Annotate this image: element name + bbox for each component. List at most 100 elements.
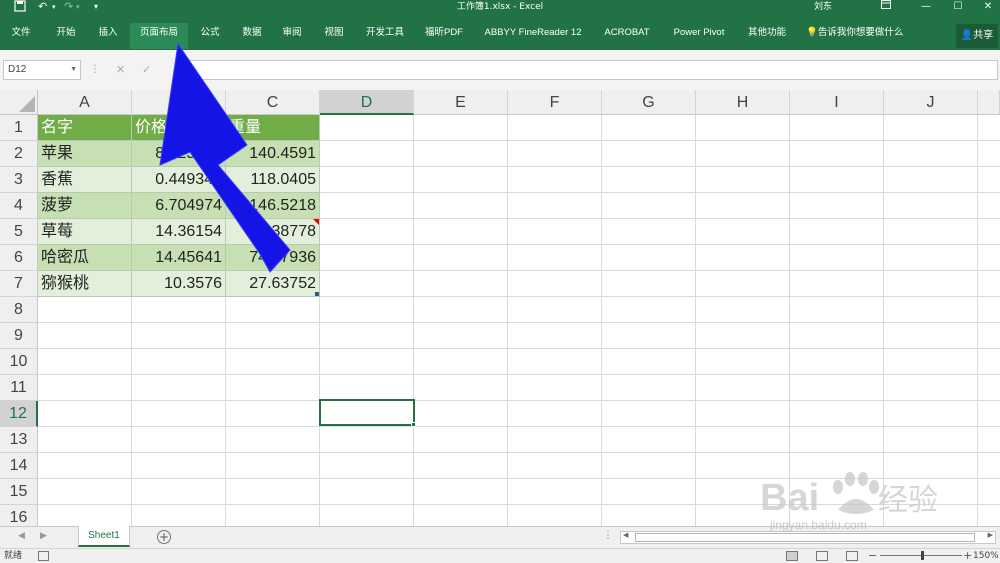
sheet-next-icon[interactable]: ▶ — [40, 531, 47, 541]
zoom-slider[interactable] — [880, 551, 962, 560]
row-header-1[interactable]: 1 — [0, 115, 38, 141]
row-header-10[interactable]: 10 — [0, 349, 38, 375]
scroll-left-icon[interactable]: ◀ — [623, 531, 628, 539]
row-header-6[interactable]: 6 — [0, 245, 38, 271]
select-all-button[interactable] — [0, 90, 38, 115]
enter-icon[interactable]: ✓ — [142, 63, 151, 76]
cancel-icon[interactable]: ✕ — [116, 63, 125, 76]
normal-view-icon[interactable] — [786, 551, 798, 561]
close-icon[interactable]: ✕ — [978, 0, 998, 14]
formula-input[interactable] — [183, 60, 998, 80]
row-header-7[interactable]: 7 — [0, 271, 38, 297]
tell-me-search[interactable]: 💡告诉我你想要做什么 — [806, 23, 910, 49]
tab-file[interactable]: 文件 — [6, 23, 36, 49]
page-break-view-icon[interactable] — [846, 551, 858, 561]
row-header-4[interactable]: 4 — [0, 193, 38, 219]
table-cell[interactable]: 8.025042 — [132, 141, 226, 167]
column-header-b[interactable]: B — [132, 90, 226, 115]
formula-bar-grip-icon[interactable]: ⋮ — [90, 64, 100, 75]
table-cell[interactable]: 10.3576 — [132, 271, 226, 297]
scroll-right-icon[interactable]: ▶ — [988, 531, 993, 539]
tab-insert[interactable]: 插入 — [92, 23, 124, 49]
share-button[interactable]: 👤共享 — [956, 24, 998, 48]
row-header-15[interactable]: 15 — [0, 479, 38, 505]
column-header-f[interactable]: F — [508, 90, 602, 115]
fill-handle[interactable] — [411, 422, 416, 427]
column-header-i[interactable]: I — [790, 90, 884, 115]
table-cell[interactable]: 27.63752 — [226, 271, 320, 297]
column-header-g[interactable]: G — [602, 90, 696, 115]
tab-power-pivot[interactable]: Power Pivot — [668, 23, 730, 49]
name-box[interactable]: D12 ▼ — [3, 60, 81, 80]
status-ready: 就绪 — [4, 551, 23, 561]
column-header-d[interactable]: D — [320, 90, 414, 115]
window-title: 工作簿1.xlsx - Excel — [456, 2, 544, 12]
tab-home[interactable]: 开始 — [50, 23, 82, 49]
table-cell[interactable]: 146.5218 — [226, 193, 320, 219]
maximize-icon[interactable]: ☐ — [948, 0, 968, 14]
selected-cell[interactable] — [319, 399, 415, 426]
tab-foxit-pdf[interactable]: 福昕PDF — [420, 23, 468, 49]
sheet-tab-sheet1[interactable]: Sheet1 — [78, 526, 130, 547]
row-header-16[interactable]: 16 — [0, 505, 38, 526]
ribbon-display-icon[interactable] — [876, 0, 896, 14]
table-cell[interactable]: 猕猴桃 — [38, 271, 132, 297]
add-sheet-icon[interactable]: + — [157, 530, 171, 544]
row-header-5[interactable]: 5 — [0, 219, 38, 245]
row-header-3[interactable]: 3 — [0, 167, 38, 193]
table-cell[interactable]: 74.37936 — [226, 245, 320, 271]
tab-data[interactable]: 数据 — [236, 23, 268, 49]
column-header-k[interactable] — [978, 90, 1000, 115]
comment-indicator-icon[interactable] — [313, 219, 319, 225]
row-header-9[interactable]: 9 — [0, 323, 38, 349]
tab-acrobat[interactable]: ACROBAT — [600, 23, 654, 49]
column-header-c[interactable]: C — [226, 90, 320, 115]
table-header-cell[interactable]: 价格 — [132, 115, 226, 141]
row-header-13[interactable]: 13 — [0, 427, 38, 453]
tab-abbyy[interactable]: ABBYY FineReader 12 — [480, 23, 586, 49]
tab-page-layout[interactable]: 页面布局 — [130, 23, 188, 49]
table-cell[interactable]: 14.36154 — [132, 219, 226, 245]
table-cell[interactable]: 140.4591 — [226, 141, 320, 167]
row-header-12[interactable]: 12 — [0, 401, 38, 427]
row-header-2[interactable]: 2 — [0, 141, 38, 167]
zoom-slider-thumb[interactable] — [921, 551, 924, 560]
table-resize-handle[interactable] — [315, 292, 319, 296]
table-cell[interactable]: 14.45641 — [132, 245, 226, 271]
worksheet-grid[interactable]: A B C D E F G H I J 1 2 3 4 5 6 7 8 9 10… — [0, 90, 1000, 526]
tab-split-handle-icon[interactable]: ⋮ — [603, 530, 613, 541]
page-layout-view-icon[interactable] — [816, 551, 828, 561]
column-header-a[interactable]: A — [38, 90, 132, 115]
zoom-in-icon[interactable]: + — [963, 549, 972, 562]
row-header-11[interactable]: 11 — [0, 375, 38, 401]
tab-view[interactable]: 视图 — [318, 23, 350, 49]
zoom-out-icon[interactable]: − — [868, 549, 877, 562]
user-name[interactable]: 刘东 — [814, 0, 832, 14]
sheet-prev-icon[interactable]: ◀ — [18, 531, 25, 541]
chevron-down-icon[interactable]: ▼ — [70, 61, 77, 79]
tab-developer[interactable]: 开发工具 — [360, 23, 410, 49]
table-cell[interactable]: 6.704974 — [132, 193, 226, 219]
column-header-e[interactable]: E — [414, 90, 508, 115]
tab-formulas[interactable]: 公式 — [194, 23, 226, 49]
table-cell[interactable]: 菠萝 — [38, 193, 132, 219]
table-cell[interactable]: 苹果 — [38, 141, 132, 167]
table-cell[interactable]: 哈密瓜 — [38, 245, 132, 271]
table-cell[interactable]: 77.38778 — [226, 219, 320, 245]
row-header-8[interactable]: 8 — [0, 297, 38, 323]
name-box-value: D12 — [8, 64, 27, 75]
macro-record-icon[interactable] — [38, 551, 49, 561]
tab-review[interactable]: 审阅 — [276, 23, 308, 49]
table-cell[interactable]: 草莓 — [38, 219, 132, 245]
zoom-level[interactable]: 150% — [973, 550, 999, 563]
row-header-14[interactable]: 14 — [0, 453, 38, 479]
column-header-j[interactable]: J — [884, 90, 978, 115]
table-header-cell[interactable]: 重量 — [226, 115, 320, 141]
table-cell[interactable]: 118.0405 — [226, 167, 320, 193]
table-cell[interactable]: 香蕉 — [38, 167, 132, 193]
column-header-h[interactable]: H — [696, 90, 790, 115]
tab-other-functions[interactable]: 其他功能 — [742, 23, 792, 49]
table-header-cell[interactable]: 名字 — [38, 115, 132, 141]
minimize-icon[interactable]: — — [916, 0, 936, 14]
table-cell[interactable]: 0.449341 — [132, 167, 226, 193]
